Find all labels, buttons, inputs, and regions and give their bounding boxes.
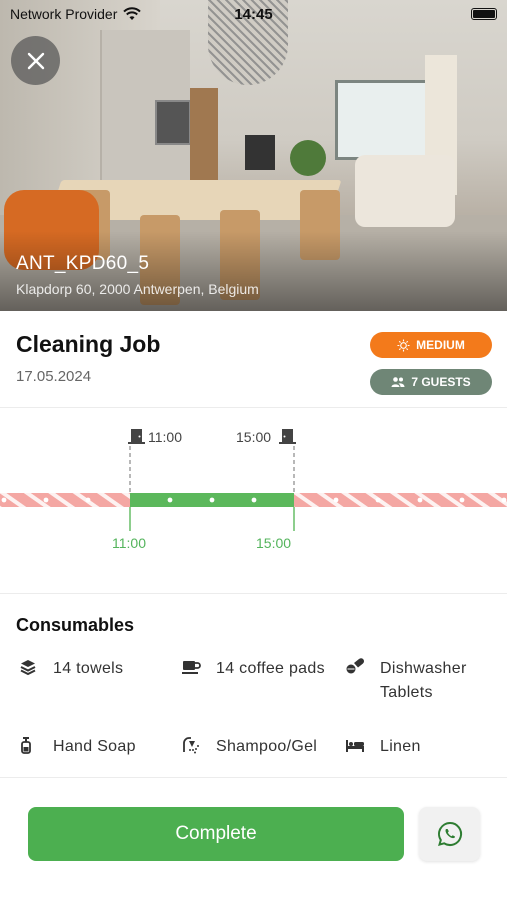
door-exit-icon (128, 429, 145, 444)
consumable-label: Dishwasher Tablets (380, 660, 467, 701)
close-icon (27, 52, 44, 69)
priority-badge: MEDIUM (370, 332, 492, 358)
battery-icon (471, 8, 497, 20)
complete-button[interactable]: Complete (28, 807, 404, 861)
consumable-item: Linen (345, 735, 500, 759)
carrier-name: Network Provider (10, 6, 118, 22)
guests-label: 7 GUESTS (411, 375, 471, 389)
consumable-label: 14 coffee pads (216, 660, 325, 677)
consumable-item: 14 coffee pads (181, 657, 331, 681)
window-end-time: 15:00 (256, 535, 292, 551)
consumable-label: Shampoo/Gel (216, 738, 318, 755)
cleaning-job-screen: Network Provider 14:45 ANT_KPD60_5 Klapd… (0, 0, 507, 900)
sun-icon (397, 338, 410, 352)
divider (0, 777, 507, 778)
coffee-icon (182, 661, 201, 674)
consumable-label: Linen (380, 738, 421, 755)
consumable-item: Dishwasher Tablets (345, 657, 500, 705)
door-enter-icon (279, 429, 296, 444)
property-name: ANT_KPD60_5 (16, 253, 150, 274)
shower-icon (183, 737, 199, 754)
checkout-time: 11:00 (148, 429, 182, 445)
people-icon (391, 377, 405, 387)
tablets-icon (346, 658, 365, 674)
job-title: Cleaning Job (16, 331, 161, 357)
consumable-label: Hand Soap (53, 738, 136, 755)
checkin-time: 15:00 (236, 429, 272, 445)
whatsapp-button[interactable] (419, 807, 480, 861)
consumable-item: Shampoo/Gel (181, 735, 336, 759)
whatsapp-icon (437, 821, 462, 847)
priority-label: MEDIUM (416, 338, 465, 352)
guests-badge: 7 GUESTS (370, 369, 492, 395)
occupied-after-bar (294, 493, 507, 507)
cleaning-window-timeline: 11:00 15:00 11:00 15:00 (0, 408, 507, 593)
consumables-title: Consumables (16, 615, 135, 635)
bed-icon (346, 740, 364, 752)
job-date: 17.05.2024 (16, 368, 92, 385)
wifi-icon (123, 7, 142, 20)
window-start-time: 11:00 (112, 535, 146, 551)
soap-dispenser-icon (21, 737, 31, 754)
occupied-before-bar (0, 493, 130, 507)
layers-icon (20, 660, 36, 676)
close-button[interactable] (11, 36, 60, 85)
consumable-item: Hand Soap (18, 735, 168, 759)
divider (0, 593, 507, 594)
consumable-label: 14 towels (53, 660, 124, 677)
property-address: Klapdorp 60, 2000 Antwerpen, Belgium (16, 281, 259, 297)
consumable-item: 14 towels (18, 657, 168, 681)
status-bar: Network Provider 14:45 (0, 0, 507, 28)
